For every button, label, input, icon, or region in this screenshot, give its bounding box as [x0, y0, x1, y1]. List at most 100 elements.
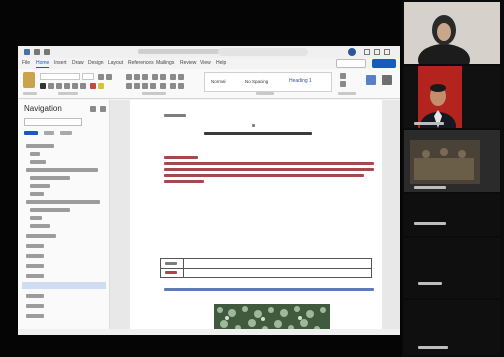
- shading-icon[interactable]: [170, 83, 176, 89]
- doc-text-line: [165, 262, 177, 265]
- comments-button[interactable]: [336, 59, 366, 68]
- nav-tab-pages[interactable]: [44, 131, 54, 135]
- participant-panel: [402, 0, 504, 357]
- doc-table[interactable]: [160, 258, 372, 278]
- style-heading-1[interactable]: Heading 1: [289, 78, 312, 84]
- nav-heading-item[interactable]: [26, 244, 44, 248]
- nav-heading-item[interactable]: [26, 294, 44, 298]
- highlight-icon[interactable]: [98, 83, 104, 89]
- redo-icon[interactable]: [44, 49, 50, 55]
- find-icon[interactable]: [340, 73, 346, 79]
- borders-icon[interactable]: [178, 83, 184, 89]
- nav-heading-item[interactable]: [30, 152, 40, 156]
- doc-text-line: [164, 168, 374, 171]
- font-color-icon[interactable]: [90, 83, 96, 89]
- align-left-icon[interactable]: [126, 83, 132, 89]
- tab-references[interactable]: References: [128, 60, 154, 67]
- nav-heading-item-selected[interactable]: [22, 282, 106, 289]
- nav-heading-item[interactable]: [30, 224, 50, 228]
- nav-heading-item[interactable]: [26, 264, 44, 268]
- bullets-icon[interactable]: [126, 74, 132, 80]
- document-page[interactable]: [130, 100, 382, 335]
- paste-icon[interactable]: [23, 72, 35, 88]
- superscript-icon[interactable]: [80, 83, 86, 89]
- grow-font-icon[interactable]: [98, 74, 104, 80]
- show-marks-icon[interactable]: [178, 74, 184, 80]
- decrease-indent-icon[interactable]: [152, 74, 158, 80]
- subscript-icon[interactable]: [72, 83, 78, 89]
- doc-text-line: [165, 271, 177, 274]
- participant-tile[interactable]: [404, 130, 500, 192]
- nav-heading-item[interactable]: [30, 216, 42, 220]
- participant-name: [414, 186, 446, 189]
- tab-review[interactable]: Review: [180, 60, 196, 67]
- nav-tab-headings[interactable]: [24, 131, 38, 135]
- multilevel-list-icon[interactable]: [142, 74, 148, 80]
- editor-icon[interactable]: [382, 75, 392, 85]
- dictate-icon[interactable]: [366, 75, 376, 85]
- participant-tile[interactable]: [404, 2, 500, 64]
- italic-icon[interactable]: [48, 83, 54, 89]
- minimize-icon[interactable]: [364, 49, 370, 55]
- participant-tile[interactable]: [404, 66, 500, 128]
- tab-view[interactable]: View: [200, 60, 211, 67]
- doc-text-line: [164, 114, 186, 117]
- justify-icon[interactable]: [150, 83, 156, 89]
- share-button[interactable]: [372, 59, 396, 68]
- participant-tile[interactable]: [404, 300, 500, 355]
- nav-heading-item[interactable]: [26, 200, 100, 204]
- nav-heading-item[interactable]: [26, 314, 44, 318]
- nav-heading-item[interactable]: [26, 168, 98, 172]
- participant-name: [418, 346, 448, 349]
- nav-close-icon[interactable]: [100, 106, 106, 112]
- underline-icon[interactable]: [56, 83, 62, 89]
- replace-icon[interactable]: [340, 81, 346, 87]
- nav-heading-item[interactable]: [26, 234, 56, 238]
- doc-text-line: [164, 156, 198, 159]
- editing-group-label: [338, 92, 356, 95]
- nav-heading-item[interactable]: [30, 160, 46, 164]
- maximize-icon[interactable]: [374, 49, 380, 55]
- sort-icon[interactable]: [170, 74, 176, 80]
- nav-heading-item[interactable]: [26, 304, 44, 308]
- numbering-icon[interactable]: [134, 74, 140, 80]
- participant-tile[interactable]: [404, 194, 500, 236]
- style-no-spacing[interactable]: No Spacing: [245, 79, 268, 84]
- participant-tile[interactable]: [404, 238, 500, 298]
- nav-heading-item[interactable]: [26, 274, 44, 278]
- tab-layout[interactable]: Layout: [108, 60, 123, 67]
- shrink-font-icon[interactable]: [106, 74, 112, 80]
- bold-icon[interactable]: [40, 83, 46, 89]
- increase-indent-icon[interactable]: [160, 74, 166, 80]
- participant-name: [414, 222, 446, 225]
- undo-icon[interactable]: [34, 49, 40, 55]
- tab-home[interactable]: Home: [36, 60, 50, 68]
- navigation-search-input[interactable]: [24, 118, 82, 126]
- tab-design[interactable]: Design: [88, 60, 104, 67]
- nav-heading-item[interactable]: [26, 254, 44, 258]
- font-size-box[interactable]: [82, 73, 94, 80]
- tab-mailings[interactable]: Mailings: [156, 60, 174, 67]
- font-name-box[interactable]: [40, 73, 80, 80]
- tab-draw[interactable]: Draw: [72, 60, 84, 67]
- tab-help[interactable]: Help: [216, 60, 226, 67]
- align-right-icon[interactable]: [142, 83, 148, 89]
- nav-heading-item[interactable]: [26, 144, 54, 148]
- strikethrough-icon[interactable]: [64, 83, 70, 89]
- nav-heading-item[interactable]: [30, 208, 70, 212]
- tab-insert[interactable]: Insert: [54, 60, 67, 67]
- nav-heading-item[interactable]: [30, 176, 70, 180]
- tab-file[interactable]: File: [22, 60, 30, 67]
- line-spacing-icon[interactable]: [160, 83, 166, 89]
- close-icon[interactable]: [384, 49, 390, 55]
- nav-options-icon[interactable]: [90, 106, 96, 112]
- style-normal[interactable]: Normal: [211, 79, 226, 84]
- search-box[interactable]: [218, 48, 308, 56]
- nav-tab-results[interactable]: [60, 131, 72, 135]
- nav-heading-item[interactable]: [30, 184, 50, 188]
- account-icon[interactable]: [348, 48, 356, 56]
- document-area[interactable]: [110, 100, 400, 335]
- save-icon[interactable]: [24, 49, 30, 55]
- align-center-icon[interactable]: [134, 83, 140, 89]
- nav-heading-item[interactable]: [30, 192, 44, 196]
